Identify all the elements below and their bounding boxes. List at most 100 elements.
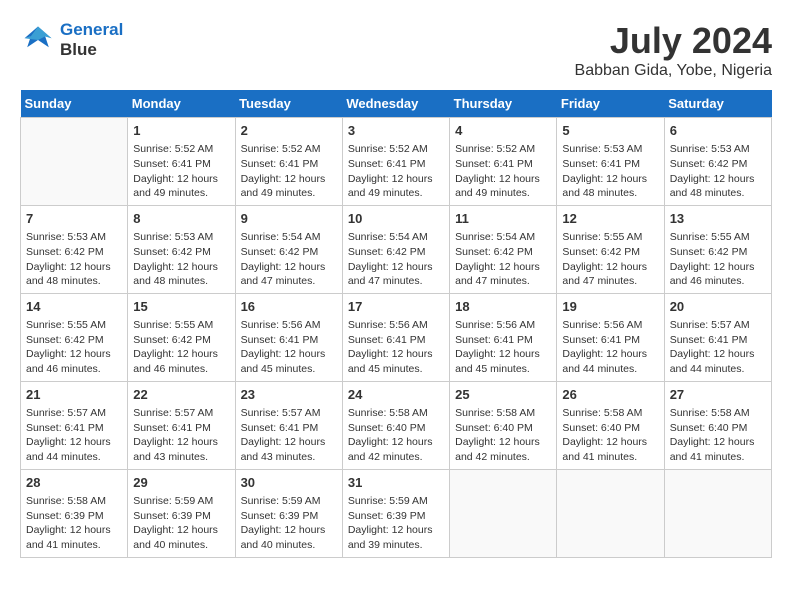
calendar-cell xyxy=(664,469,771,557)
title-block: July 2024 Babban Gida, Yobe, Nigeria xyxy=(575,20,772,80)
logo: General Blue xyxy=(20,20,123,60)
day-number: 16 xyxy=(241,298,337,316)
week-row-1: 1 Sunrise: 5:52 AM Sunset: 6:41 PM Daylig… xyxy=(21,118,772,206)
day-number: 3 xyxy=(348,122,444,140)
day-info: Sunrise: 5:58 AM Sunset: 6:39 PM Dayligh… xyxy=(26,494,122,553)
day-number: 11 xyxy=(455,210,551,228)
weekday-thursday: Thursday xyxy=(450,90,557,118)
calendar-cell: 5 Sunrise: 5:53 AM Sunset: 6:41 PM Daylig… xyxy=(557,118,664,206)
day-number: 24 xyxy=(348,386,444,404)
calendar-cell xyxy=(21,118,128,206)
calendar-cell: 25 Sunrise: 5:58 AM Sunset: 6:40 PM Dayli… xyxy=(450,381,557,469)
logo-text: General Blue xyxy=(60,20,123,60)
calendar-cell: 15Sunrise: 5:55 AM Sunset: 6:42 PM Dayli… xyxy=(128,293,235,381)
day-info: Sunrise: 5:57 AM Sunset: 6:41 PM Dayligh… xyxy=(241,406,337,465)
calendar-cell: 9 Sunrise: 5:54 AM Sunset: 6:42 PM Daylig… xyxy=(235,205,342,293)
page-header: General Blue July 2024 Babban Gida, Yobe… xyxy=(20,20,772,80)
day-info: Sunrise: 5:59 AM Sunset: 6:39 PM Dayligh… xyxy=(241,494,337,553)
day-number: 25 xyxy=(455,386,551,404)
day-info: Sunrise: 5:52 AM Sunset: 6:41 PM Dayligh… xyxy=(455,142,551,201)
day-number: 13 xyxy=(670,210,766,228)
calendar-cell: 31 Sunrise: 5:59 AM Sunset: 6:39 PM Dayli… xyxy=(342,469,449,557)
day-info: Sunrise: 5:55 AM Sunset: 6:42 PM Dayligh… xyxy=(133,318,229,377)
day-info: Sunrise: 5:52 AM Sunset: 6:41 PM Dayligh… xyxy=(348,142,444,201)
day-number: 7 xyxy=(26,210,122,228)
calendar-cell: 28 Sunrise: 5:58 AM Sunset: 6:39 PM Dayli… xyxy=(21,469,128,557)
weekday-friday: Friday xyxy=(557,90,664,118)
week-row-5: 28 Sunrise: 5:58 AM Sunset: 6:39 PM Dayli… xyxy=(21,469,772,557)
calendar-cell: 3 Sunrise: 5:52 AM Sunset: 6:41 PM Daylig… xyxy=(342,118,449,206)
day-number: 4 xyxy=(455,122,551,140)
week-row-3: 14 Sunrise: 5:55 AM Sunset: 6:42 PM Dayli… xyxy=(21,293,772,381)
day-info: Sunrise: 5:56 AM Sunset: 6:41 PM Dayligh… xyxy=(455,318,551,377)
day-info: Sunrise: 5:55 AM Sunset: 6:42 PM Dayligh… xyxy=(26,318,122,377)
day-info: Sunrise: 5:55 AM Sunset: 6:42 PM Dayligh… xyxy=(670,230,766,289)
calendar-cell: 14 Sunrise: 5:55 AM Sunset: 6:42 PM Dayli… xyxy=(21,293,128,381)
day-info: Sunrise: 5:59 AM Sunset: 6:39 PM Dayligh… xyxy=(133,494,229,553)
calendar-cell: 13 Sunrise: 5:55 AM Sunset: 6:42 PM Dayli… xyxy=(664,205,771,293)
calendar-cell: 26Sunrise: 5:58 AM Sunset: 6:40 PM Dayli… xyxy=(557,381,664,469)
day-number: 28 xyxy=(26,474,122,492)
day-info: Sunrise: 5:52 AM Sunset: 6:41 PM Dayligh… xyxy=(133,142,229,201)
calendar-cell: 17 Sunrise: 5:56 AM Sunset: 6:41 PM Dayli… xyxy=(342,293,449,381)
day-info: Sunrise: 5:54 AM Sunset: 6:42 PM Dayligh… xyxy=(455,230,551,289)
calendar-cell: 27 Sunrise: 5:58 AM Sunset: 6:40 PM Dayli… xyxy=(664,381,771,469)
calendar-cell: 7 Sunrise: 5:53 AM Sunset: 6:42 PM Daylig… xyxy=(21,205,128,293)
weekday-wednesday: Wednesday xyxy=(342,90,449,118)
logo-icon xyxy=(20,22,56,58)
day-info: Sunrise: 5:58 AM Sunset: 6:40 PM Dayligh… xyxy=(348,406,444,465)
day-info: Sunrise: 5:55 AM Sunset: 6:42 PM Dayligh… xyxy=(562,230,658,289)
day-number: 30 xyxy=(241,474,337,492)
day-number: 10 xyxy=(348,210,444,228)
calendar-cell: 21 Sunrise: 5:57 AM Sunset: 6:41 PM Dayli… xyxy=(21,381,128,469)
day-info: Sunrise: 5:56 AM Sunset: 6:41 PM Dayligh… xyxy=(562,318,658,377)
day-number: 17 xyxy=(348,298,444,316)
calendar-cell: 12Sunrise: 5:55 AM Sunset: 6:42 PM Dayli… xyxy=(557,205,664,293)
calendar-cell: 4 Sunrise: 5:52 AM Sunset: 6:41 PM Daylig… xyxy=(450,118,557,206)
day-info: Sunrise: 5:53 AM Sunset: 6:41 PM Dayligh… xyxy=(562,142,658,201)
location-title: Babban Gida, Yobe, Nigeria xyxy=(575,62,772,80)
calendar-cell: 22Sunrise: 5:57 AM Sunset: 6:41 PM Dayli… xyxy=(128,381,235,469)
weekday-monday: Monday xyxy=(128,90,235,118)
calendar-cell: 23Sunrise: 5:57 AM Sunset: 6:41 PM Dayli… xyxy=(235,381,342,469)
weekday-saturday: Saturday xyxy=(664,90,771,118)
calendar-cell: 6Sunrise: 5:53 AM Sunset: 6:42 PM Daylig… xyxy=(664,118,771,206)
day-number: 18 xyxy=(455,298,551,316)
day-info: Sunrise: 5:53 AM Sunset: 6:42 PM Dayligh… xyxy=(26,230,122,289)
calendar-cell xyxy=(557,469,664,557)
day-info: Sunrise: 5:53 AM Sunset: 6:42 PM Dayligh… xyxy=(133,230,229,289)
calendar-cell xyxy=(450,469,557,557)
day-info: Sunrise: 5:57 AM Sunset: 6:41 PM Dayligh… xyxy=(670,318,766,377)
calendar-cell: 8 Sunrise: 5:53 AM Sunset: 6:42 PM Daylig… xyxy=(128,205,235,293)
week-row-4: 21 Sunrise: 5:57 AM Sunset: 6:41 PM Dayli… xyxy=(21,381,772,469)
day-number: 1 xyxy=(133,122,229,140)
day-number: 8 xyxy=(133,210,229,228)
day-number: 5 xyxy=(562,122,658,140)
day-info: Sunrise: 5:58 AM Sunset: 6:40 PM Dayligh… xyxy=(670,406,766,465)
day-info: Sunrise: 5:56 AM Sunset: 6:41 PM Dayligh… xyxy=(348,318,444,377)
weekday-tuesday: Tuesday xyxy=(235,90,342,118)
day-info: Sunrise: 5:54 AM Sunset: 6:42 PM Dayligh… xyxy=(241,230,337,289)
day-number: 27 xyxy=(670,386,766,404)
calendar-cell: 29 Sunrise: 5:59 AM Sunset: 6:39 PM Dayli… xyxy=(128,469,235,557)
weekday-header-row: SundayMondayTuesdayWednesdayThursdayFrid… xyxy=(21,90,772,118)
calendar-cell: 30 Sunrise: 5:59 AM Sunset: 6:39 PM Dayli… xyxy=(235,469,342,557)
calendar-body: 1 Sunrise: 5:52 AM Sunset: 6:41 PM Daylig… xyxy=(21,118,772,558)
week-row-2: 7 Sunrise: 5:53 AM Sunset: 6:42 PM Daylig… xyxy=(21,205,772,293)
day-info: Sunrise: 5:58 AM Sunset: 6:40 PM Dayligh… xyxy=(455,406,551,465)
day-number: 22 xyxy=(133,386,229,404)
day-number: 21 xyxy=(26,386,122,404)
calendar-cell: 1 Sunrise: 5:52 AM Sunset: 6:41 PM Daylig… xyxy=(128,118,235,206)
day-number: 29 xyxy=(133,474,229,492)
calendar-cell: 16Sunrise: 5:56 AM Sunset: 6:41 PM Dayli… xyxy=(235,293,342,381)
day-number: 14 xyxy=(26,298,122,316)
weekday-sunday: Sunday xyxy=(21,90,128,118)
day-number: 31 xyxy=(348,474,444,492)
calendar-cell: 19Sunrise: 5:56 AM Sunset: 6:41 PM Dayli… xyxy=(557,293,664,381)
day-number: 6 xyxy=(670,122,766,140)
day-number: 26 xyxy=(562,386,658,404)
day-info: Sunrise: 5:57 AM Sunset: 6:41 PM Dayligh… xyxy=(26,406,122,465)
day-info: Sunrise: 5:59 AM Sunset: 6:39 PM Dayligh… xyxy=(348,494,444,553)
calendar-cell: 2Sunrise: 5:52 AM Sunset: 6:41 PM Daylig… xyxy=(235,118,342,206)
day-number: 9 xyxy=(241,210,337,228)
